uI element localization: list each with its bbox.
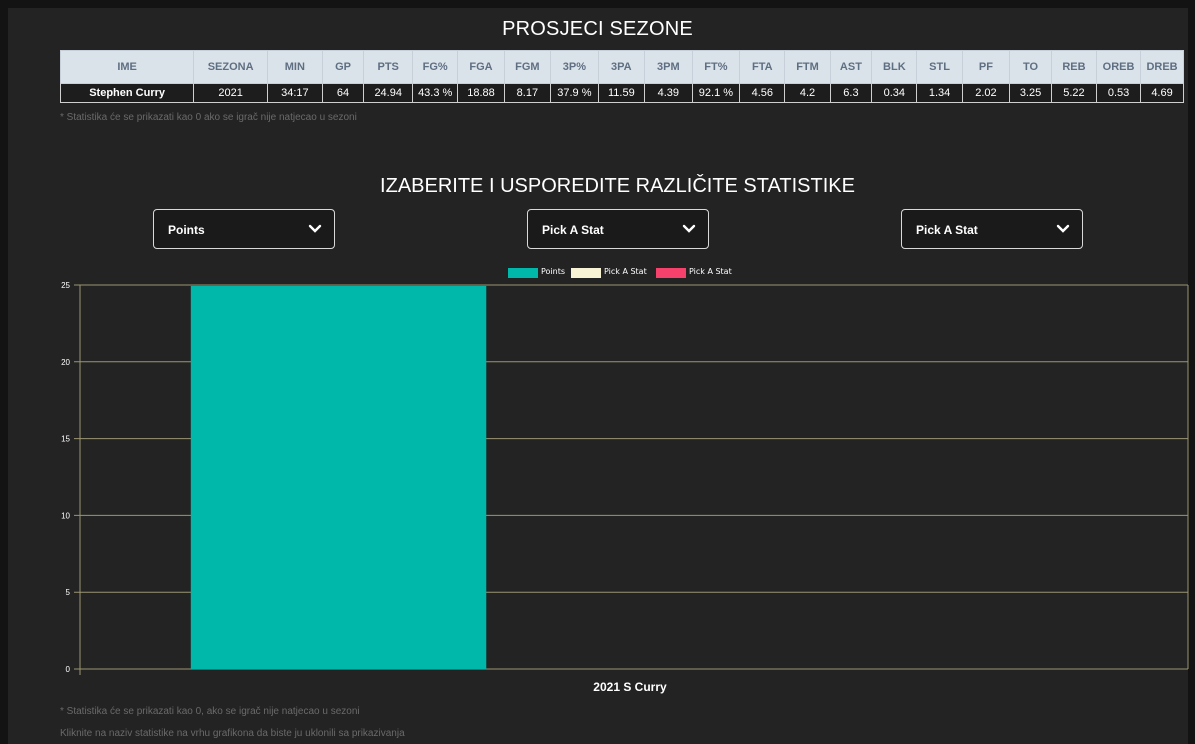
y-tick-label: 10 xyxy=(61,511,70,520)
bar-1 xyxy=(190,285,487,669)
y-tick-label: 15 xyxy=(61,435,70,444)
y-tick-label: 5 xyxy=(66,588,71,597)
bar-chart: 0 5 10 15 20 25 xyxy=(61,281,1189,675)
footer-note-2: Kliknite na naziv statistike na vrhu gra… xyxy=(60,728,405,739)
y-tick-label: 0 xyxy=(66,665,71,674)
y-tick-label: 20 xyxy=(61,358,70,367)
x-category-label: 2021 S Curry xyxy=(593,680,667,694)
y-tick-label: 25 xyxy=(61,281,70,290)
footer-note-1: * Statistika će se prikazati kao 0, ako … xyxy=(60,706,360,717)
